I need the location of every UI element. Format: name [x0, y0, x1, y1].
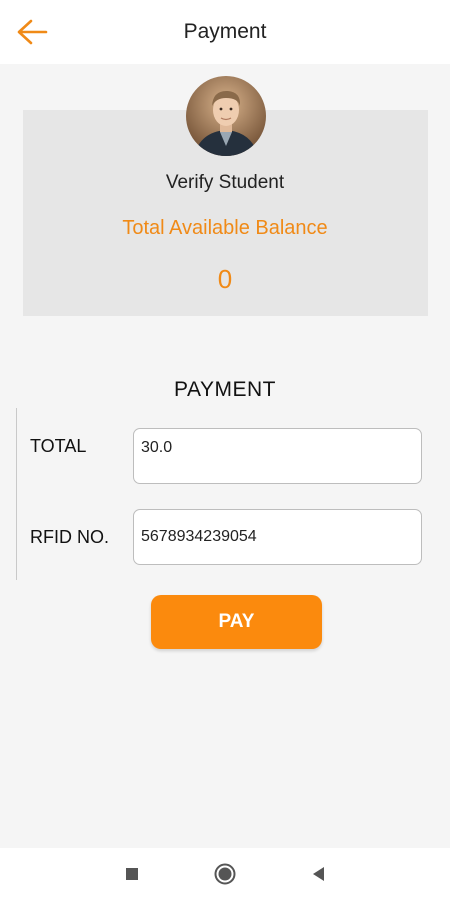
recent-apps-icon	[126, 868, 138, 880]
student-avatar	[186, 76, 266, 156]
home-icon	[214, 863, 236, 885]
total-field[interactable]: 30.0	[133, 428, 422, 484]
recent-apps-button[interactable]	[107, 848, 157, 900]
rfid-field[interactable]: 5678934239054	[133, 509, 422, 565]
system-back-button[interactable]	[293, 848, 343, 900]
total-label: TOTAL	[30, 436, 87, 456]
page-title: Payment	[183, 20, 267, 43]
home-button[interactable]	[200, 848, 250, 900]
balance-value: 0	[217, 264, 233, 294]
back-triangle-icon	[313, 867, 324, 881]
pay-button[interactable]: PAY	[151, 595, 322, 649]
pay-button-label: PAY	[218, 611, 255, 632]
system-nav-bar	[0, 848, 450, 900]
app-bar: Payment	[0, 0, 450, 64]
form-divider	[16, 408, 17, 580]
verify-student-label: Verify Student	[165, 172, 285, 193]
rfid-label: RFID NO.	[30, 527, 109, 547]
balance-label: Total Available Balance	[122, 217, 328, 239]
payment-section-title: PAYMENT	[174, 378, 276, 401]
